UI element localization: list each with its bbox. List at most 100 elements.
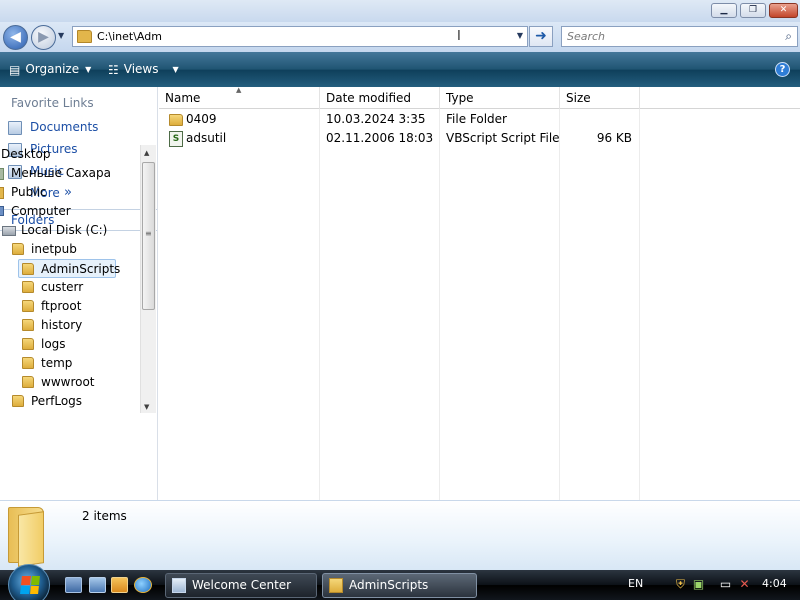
column-divider bbox=[559, 109, 560, 500]
help-button[interactable]: ? bbox=[775, 62, 790, 77]
folder-icon bbox=[169, 114, 183, 126]
volume-muted-icon[interactable]: ✕ bbox=[737, 576, 752, 592]
item-count: 2 items bbox=[82, 509, 127, 523]
tree-item-custerr[interactable]: custerr bbox=[0, 278, 140, 297]
column-header-label: Name bbox=[165, 91, 201, 105]
column-header-label: Type bbox=[446, 91, 474, 105]
organize-label: Organize bbox=[25, 62, 80, 76]
tree-item-label: custerr bbox=[41, 280, 84, 294]
address-bar[interactable]: C:\inet\Adm I ▼ bbox=[72, 26, 528, 47]
tree-item-label: AdminScripts bbox=[41, 262, 121, 276]
text-cursor-icon: I bbox=[457, 29, 461, 44]
start-button[interactable] bbox=[8, 564, 50, 600]
forward-arrow-icon: ▶ bbox=[38, 29, 49, 45]
address-dropdown-button[interactable]: ▼ bbox=[517, 31, 523, 40]
public-folder-icon bbox=[0, 187, 4, 199]
folder-tree-scrollbar[interactable]: ▲ ≡ ▼ bbox=[140, 145, 156, 413]
taskbar-button-label: Welcome Center bbox=[192, 578, 292, 592]
close-button[interactable]: ✕ bbox=[769, 3, 798, 18]
folder-icon bbox=[22, 357, 34, 369]
tree-item-temp[interactable]: temp bbox=[0, 354, 140, 373]
tree-item-adminscripts[interactable]: AdminScripts bbox=[18, 259, 120, 278]
tree-item-computer[interactable]: Computer bbox=[0, 202, 140, 221]
file-type: VBScript Script File bbox=[446, 131, 560, 145]
command-bar: ▤ Organize ▼ ☷ Views ▼ ? bbox=[0, 52, 800, 87]
language-indicator[interactable]: EN bbox=[628, 577, 643, 590]
tree-item-label: Local Disk (C:) bbox=[21, 223, 108, 237]
tree-item-label: wwwroot bbox=[41, 375, 95, 389]
file-name: adsutil bbox=[186, 131, 227, 145]
folder-icon bbox=[22, 319, 34, 331]
forward-button[interactable]: ▶ bbox=[31, 25, 56, 50]
column-header-name[interactable]: ▲ Name bbox=[159, 86, 320, 109]
tree-item-wwwroot[interactable]: wwwroot bbox=[0, 373, 140, 392]
folder-tree: Desktop Меньше Сахара Public Computer Lo… bbox=[0, 145, 140, 413]
scroll-down-icon[interactable]: ▼ bbox=[144, 403, 149, 411]
column-header-type[interactable]: Type bbox=[440, 87, 560, 109]
scroll-up-icon[interactable]: ▲ bbox=[144, 149, 149, 157]
folder-icon bbox=[12, 243, 24, 255]
address-row: ◀ ▶ ▼ C:\inet\Adm I ▼ ➜ Search ⌕ bbox=[0, 22, 800, 52]
address-input[interactable]: C:\inet\Adm bbox=[97, 30, 162, 43]
tree-item-history[interactable]: history bbox=[0, 316, 140, 335]
views-button[interactable]: ☷ Views ▼ bbox=[108, 62, 179, 77]
tree-item-inetpub[interactable]: inetpub bbox=[0, 240, 140, 259]
tree-item-logs[interactable]: logs bbox=[0, 335, 140, 354]
column-headers: ▲ Name Date modified Type Size bbox=[159, 86, 800, 109]
column-divider bbox=[639, 109, 640, 500]
taskbar-button-label: AdminScripts bbox=[349, 578, 429, 592]
search-icon[interactable]: ⌕ bbox=[785, 29, 792, 44]
recent-pages-dropdown[interactable]: ▼ bbox=[58, 31, 64, 40]
tree-item-local-disk[interactable]: Local Disk (C:) bbox=[0, 221, 140, 240]
column-divider bbox=[319, 109, 320, 500]
file-row[interactable]: 0409 10.03.2024 3:35 File Folder bbox=[159, 110, 800, 129]
clock[interactable]: 4:04 bbox=[762, 577, 787, 590]
tree-item-public[interactable]: Public bbox=[0, 183, 140, 202]
column-header-size[interactable]: Size bbox=[560, 87, 640, 109]
security-shield-icon[interactable]: ⛨ bbox=[673, 576, 688, 592]
file-list: ▲ Name Date modified Type Size 0409 10.0… bbox=[159, 86, 800, 500]
back-button[interactable]: ◀ bbox=[3, 25, 28, 50]
tree-item-label: temp bbox=[41, 356, 73, 370]
sort-ascending-icon: ▲ bbox=[236, 86, 242, 94]
display-icon[interactable]: ▭ bbox=[718, 576, 733, 592]
tree-item-ftproot[interactable]: ftproot bbox=[0, 297, 140, 316]
chevron-down-icon: ▼ bbox=[85, 65, 92, 74]
go-button[interactable]: ➜ bbox=[529, 26, 553, 47]
column-header-date-modified[interactable]: Date modified bbox=[320, 87, 440, 109]
folder-icon bbox=[22, 281, 34, 293]
tree-item-user[interactable]: Меньше Сахара bbox=[0, 164, 140, 183]
tree-item-desktop[interactable]: Desktop bbox=[0, 145, 140, 164]
scrollbar-thumb[interactable]: ≡ bbox=[142, 162, 155, 310]
go-arrow-icon: ➜ bbox=[535, 28, 547, 44]
taskbar-button-adminscripts[interactable]: AdminScripts bbox=[322, 573, 477, 598]
folder-icon bbox=[22, 263, 34, 275]
file-date: 02.11.2006 18:03 bbox=[326, 131, 434, 145]
switch-windows-icon[interactable] bbox=[89, 577, 106, 593]
media-player-icon[interactable] bbox=[111, 577, 128, 593]
organize-button[interactable]: ▤ Organize ▼ bbox=[9, 62, 91, 77]
tree-item-perflogs[interactable]: PerfLogs bbox=[0, 392, 140, 411]
search-box[interactable]: Search ⌕ bbox=[561, 26, 798, 47]
tree-item-label: Меньше Сахара bbox=[11, 166, 111, 180]
grip-icon: ≡ bbox=[145, 229, 152, 238]
tree-item-label: PerfLogs bbox=[31, 394, 83, 408]
folder-icon bbox=[77, 30, 92, 43]
search-placeholder[interactable]: Search bbox=[567, 30, 605, 43]
favorite-link-documents[interactable]: Documents bbox=[8, 119, 156, 137]
tree-item-label: Computer bbox=[11, 204, 71, 218]
favorite-links-title: Favorite Links bbox=[11, 96, 94, 110]
network-icon[interactable]: ▣ bbox=[691, 576, 706, 592]
maximize-button[interactable]: ❐ bbox=[740, 3, 766, 18]
minimize-button[interactable]: ▁ bbox=[711, 3, 737, 18]
internet-explorer-icon[interactable] bbox=[134, 577, 152, 593]
show-desktop-icon[interactable] bbox=[65, 577, 82, 593]
views-icon: ☷ bbox=[108, 62, 119, 77]
tree-item-label: Public bbox=[11, 185, 47, 199]
file-size: 96 KB bbox=[596, 131, 632, 145]
folder-icon bbox=[12, 395, 24, 407]
taskbar-button-welcome-center[interactable]: Welcome Center bbox=[165, 573, 317, 598]
file-row[interactable]: S adsutil 02.11.2006 18:03 VBScript Scri… bbox=[159, 129, 800, 148]
tree-item-label: inetpub bbox=[31, 242, 77, 256]
folder-icon bbox=[22, 376, 34, 388]
